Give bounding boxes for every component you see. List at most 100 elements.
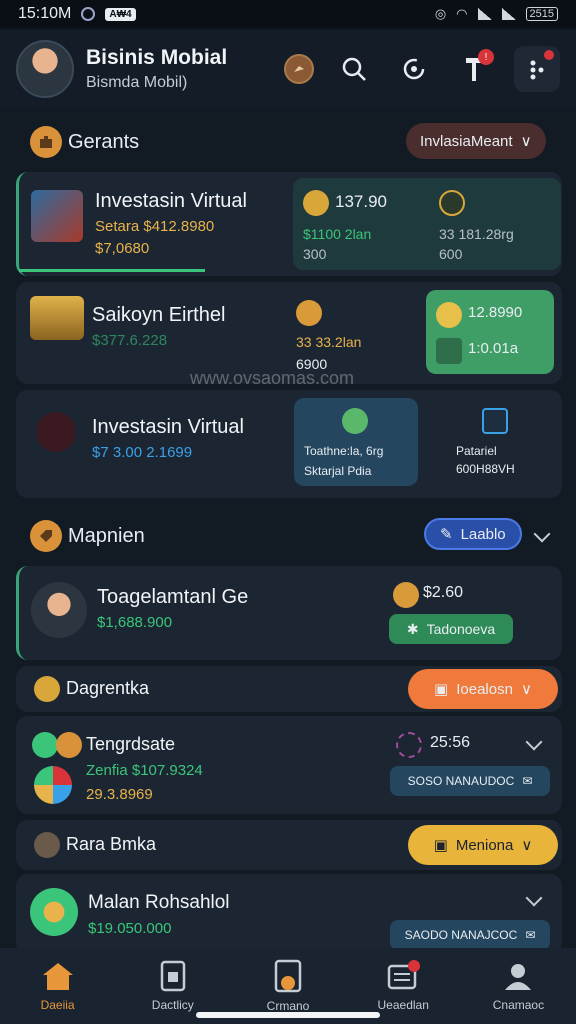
list-item[interactable]: Malan Rohsahlol $19.050.000 SAODO NANAJC… [16, 874, 562, 948]
coin-icon [32, 732, 58, 758]
refresh-icon[interactable] [394, 49, 434, 89]
chart-icon [34, 766, 72, 804]
right-value: $2.60 [423, 584, 464, 601]
coin-icon [34, 832, 60, 858]
clock-icon [436, 302, 462, 328]
box-value: 12.8990 [468, 304, 523, 321]
stat-label: 600 [439, 246, 463, 262]
item-title: Tengrdsate [86, 734, 176, 754]
stat-label: 300 [303, 246, 327, 262]
right-value: 25:56 [430, 734, 471, 751]
wallet-icon [274, 959, 302, 993]
mid-value: 33 33.2lan [296, 334, 362, 350]
status-bar: 15:10M A₩4 ◎ ◠ 2515 [0, 0, 576, 28]
chevron-down-icon[interactable] [533, 525, 551, 543]
list-item[interactable]: Toagelamtanl Ge $1,688.900 $2.60 ✱ Tadon… [16, 566, 562, 660]
card-line: Setara $412.8980 [95, 218, 215, 235]
card-thumbnail [36, 412, 76, 452]
box-label: 600H88VH [456, 462, 515, 476]
coin-icon [303, 190, 329, 216]
list-item[interactable]: Rara Bmka ▣ Meniona ∨ [16, 820, 562, 870]
search-icon[interactable] [334, 49, 374, 89]
document-icon [482, 408, 508, 434]
card-thumbnail [31, 190, 83, 242]
list-item[interactable]: Tengrdsate Zenfia $107.9324 29.3.8969 25… [16, 716, 562, 814]
menu-icon[interactable] [514, 46, 560, 92]
home-icon [42, 963, 73, 990]
investment-card-3[interactable]: Investasin Virtual $7 3.00 2.1699 Toathn… [16, 390, 562, 498]
card-line: $7 3.00 2.1699 [92, 444, 193, 461]
menu-badge [544, 50, 554, 60]
section-header-mapnien: Mapnien [30, 520, 145, 552]
briefcase-icon [30, 126, 62, 158]
signal-icon [477, 8, 492, 20]
signal-icon-2 [501, 8, 516, 20]
item-value: $1,688.900 [97, 614, 173, 631]
card-title: Saikoyn Eirthel [92, 304, 226, 326]
status-time: 15:10M [18, 5, 72, 22]
avatar[interactable] [16, 40, 74, 98]
chevron-down-icon[interactable] [525, 889, 543, 907]
app-header: Bisinis Mobial Bismda Mobil) ! [0, 30, 576, 108]
pin-icon[interactable]: ! [454, 49, 494, 89]
info-box-1[interactable]: Toathne:la, 6rg Sktarjal Pdia [294, 398, 418, 486]
filter-pill[interactable]: ✎ Laablo [424, 518, 522, 550]
gear-icon: ✱ [406, 620, 419, 637]
nav-label: Crmano [266, 999, 310, 1013]
item-value: $19.050.000 [88, 920, 172, 937]
list-item[interactable]: Dagrentka ▣ Ioealosn ∨ [16, 666, 562, 712]
list-icon [387, 960, 421, 990]
watermark: www.ovsaomas.com [190, 368, 355, 388]
box-value: 1:0.01a [468, 340, 519, 357]
molecule-icon [396, 732, 422, 758]
trophy-icon [439, 190, 465, 216]
box-label: Sktarjal Pdia [304, 464, 372, 478]
highlight-box[interactable]: 12.8990 1:0.01a [426, 290, 554, 374]
mail-icon: ✉ [522, 774, 533, 788]
box-label: Patariel [456, 444, 497, 458]
chevron-down-icon: ∨ [520, 133, 532, 150]
calendar-icon [436, 338, 462, 364]
mail-icon: ✉ [525, 928, 536, 942]
action-button[interactable]: SOSO NANAUDOC ✉ [390, 766, 550, 796]
avatar [31, 582, 87, 638]
coin-icon [393, 582, 419, 608]
item-title: Malan Rohsahlol [88, 892, 230, 913]
nav-label: Dactlicy [151, 998, 194, 1012]
main-content: Gerants InvlasiaMeant ∨ Investasin Virtu… [0, 108, 576, 948]
action-pill[interactable]: ▣ Ioealosn ∨ [408, 669, 558, 709]
nav-item-home[interactable]: Daeiia [0, 948, 115, 1024]
wifi-icon: ◠ [456, 6, 468, 21]
home-indicator[interactable] [196, 1012, 380, 1018]
location-icon: ◎ [434, 6, 447, 21]
document-icon [160, 960, 186, 992]
section-header-gerants: Gerants [30, 126, 139, 158]
coin-stack-icon [296, 300, 322, 326]
stat-label: 33 181.28rg [439, 226, 514, 242]
battery-icon: 2515 [525, 7, 558, 21]
stat-label: $1100 2lan [303, 226, 372, 242]
action-button[interactable]: ✱ Tadonoeva [389, 614, 513, 644]
investment-card-1[interactable]: Investasin Virtual Setara $412.8980 $7,0… [16, 172, 562, 276]
coin-icon [34, 676, 60, 702]
gold-bars-icon [30, 296, 84, 340]
investment-dropdown[interactable]: InvlasiaMeant ∨ [406, 123, 546, 159]
card-title: Investasin Virtual [92, 416, 244, 438]
chevron-down-icon: ∨ [521, 837, 533, 854]
nav-item-profile[interactable]: Cnamaoc [461, 948, 576, 1024]
profile-icon [505, 964, 532, 990]
pencil-icon: ✎ [440, 526, 453, 543]
item-title: Dagrentka [66, 678, 150, 698]
action-pill[interactable]: ▣ Meniona ∨ [408, 825, 558, 865]
coin-icon[interactable] [284, 54, 314, 84]
pill-label: Laablo [460, 525, 506, 543]
chevron-down-icon: ∨ [520, 681, 532, 698]
page-title: Bisinis Mobial [86, 46, 228, 69]
box-label: Toathne:la, 6rg [304, 444, 384, 458]
action-button[interactable]: SAODO NANAJCOC ✉ [390, 920, 550, 948]
stats-panel: 137.90 $1100 2lan 300 33 181.28rg 600 [293, 178, 561, 270]
section-title: Mapnien [68, 524, 145, 547]
chevron-down-icon[interactable] [525, 733, 543, 751]
item-title: Rara Bmka [66, 834, 157, 854]
nav-label: Cnamaoc [492, 998, 545, 1012]
